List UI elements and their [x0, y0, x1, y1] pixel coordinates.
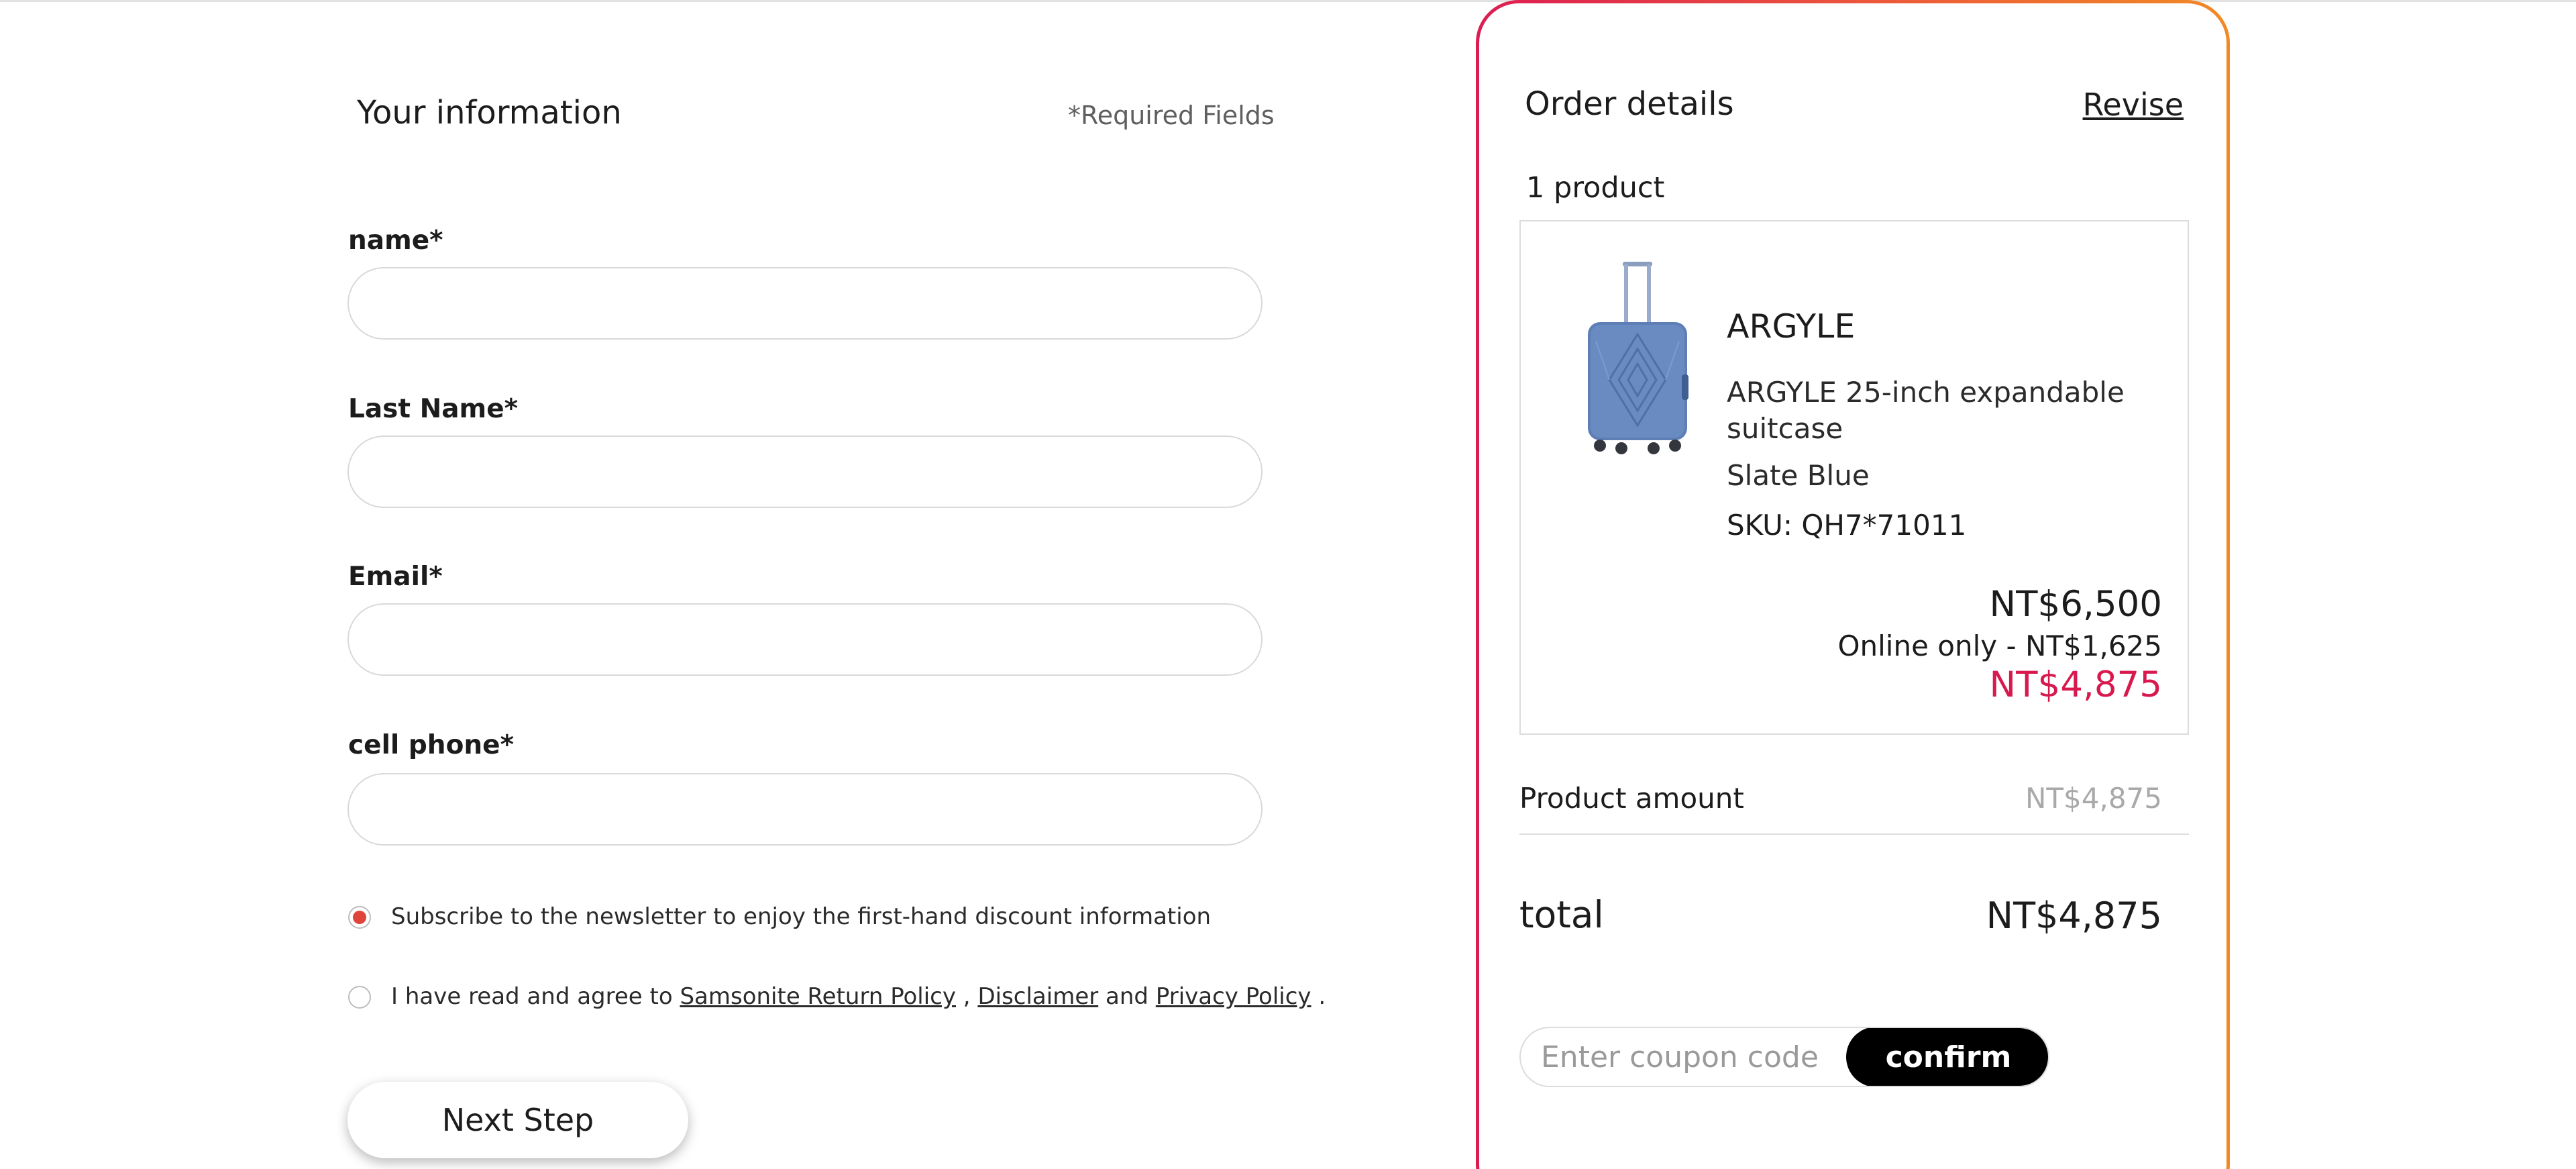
coupon-confirm-button[interactable]: confirm: [1846, 1028, 2048, 1086]
product-brand: ARGYLE: [1727, 307, 1856, 346]
required-fields-note: *Required Fields: [1068, 101, 1275, 130]
checkout-page: Your information *Required Fields name* …: [0, 0, 2576, 1169]
final-price: NT$4,875: [1989, 664, 2162, 705]
form-title: Your information: [357, 94, 622, 132]
email-label: Email*: [348, 562, 443, 592]
privacy-policy-link[interactable]: Privacy Policy: [1156, 983, 1311, 1010]
agreement-radio[interactable]: [348, 986, 371, 1009]
product-card: ARGYLE ARGYLE 25-inch expandable suitcas…: [1519, 220, 2189, 735]
order-details-panel: Order details Revise 1 product ARGYLE AR…: [1476, 0, 2230, 1169]
next-step-button[interactable]: Next Step: [347, 1082, 688, 1158]
online-discount: Online only - NT$1,625: [1837, 629, 2162, 662]
cell-phone-input[interactable]: [347, 773, 1263, 846]
first-name-input[interactable]: [347, 267, 1263, 340]
total-value: NT$4,875: [1986, 895, 2162, 937]
last-name-input[interactable]: [347, 436, 1263, 508]
order-details-title: Order details: [1525, 85, 1734, 123]
original-price: NT$6,500: [1989, 584, 2162, 625]
total-label: total: [1519, 893, 1604, 936]
suitcase-image: [1588, 262, 1688, 454]
newsletter-text: Subscribe to the newsletter to enjoy the…: [391, 903, 1212, 930]
product-amount-label: Product amount: [1519, 782, 1744, 815]
agreement-and: and: [1098, 983, 1156, 1010]
newsletter-radio[interactable]: [348, 906, 371, 929]
agreement-prefix: I have read and agree to: [391, 983, 680, 1010]
product-color: Slate Blue: [1727, 459, 1870, 492]
product-amount-value: NT$4,875: [2025, 782, 2162, 815]
last-name-label: Last Name*: [348, 394, 519, 424]
revise-link[interactable]: Revise: [2083, 87, 2184, 123]
cell-phone-label: cell phone*: [348, 730, 514, 760]
product-count: 1 product: [1526, 171, 1665, 205]
product-sku: SKU: QH7*71011: [1727, 509, 1967, 542]
summary-divider: [1519, 833, 2189, 835]
agreement-separator: ,: [956, 983, 978, 1010]
disclaimer-link[interactable]: Disclaimer: [977, 983, 1098, 1010]
agreement-text: I have read and agree to Samsonite Retur…: [391, 983, 1326, 1010]
first-name-label: name*: [348, 225, 443, 256]
return-policy-link[interactable]: Samsonite Return Policy: [680, 983, 956, 1010]
email-input[interactable]: [347, 603, 1263, 676]
coupon-input[interactable]: [1521, 1028, 1856, 1086]
product-name: ARGYLE 25-inch expandable suitcase: [1727, 376, 2125, 445]
agreement-suffix: .: [1311, 983, 1326, 1010]
coupon-field: confirm: [1519, 1027, 2049, 1087]
